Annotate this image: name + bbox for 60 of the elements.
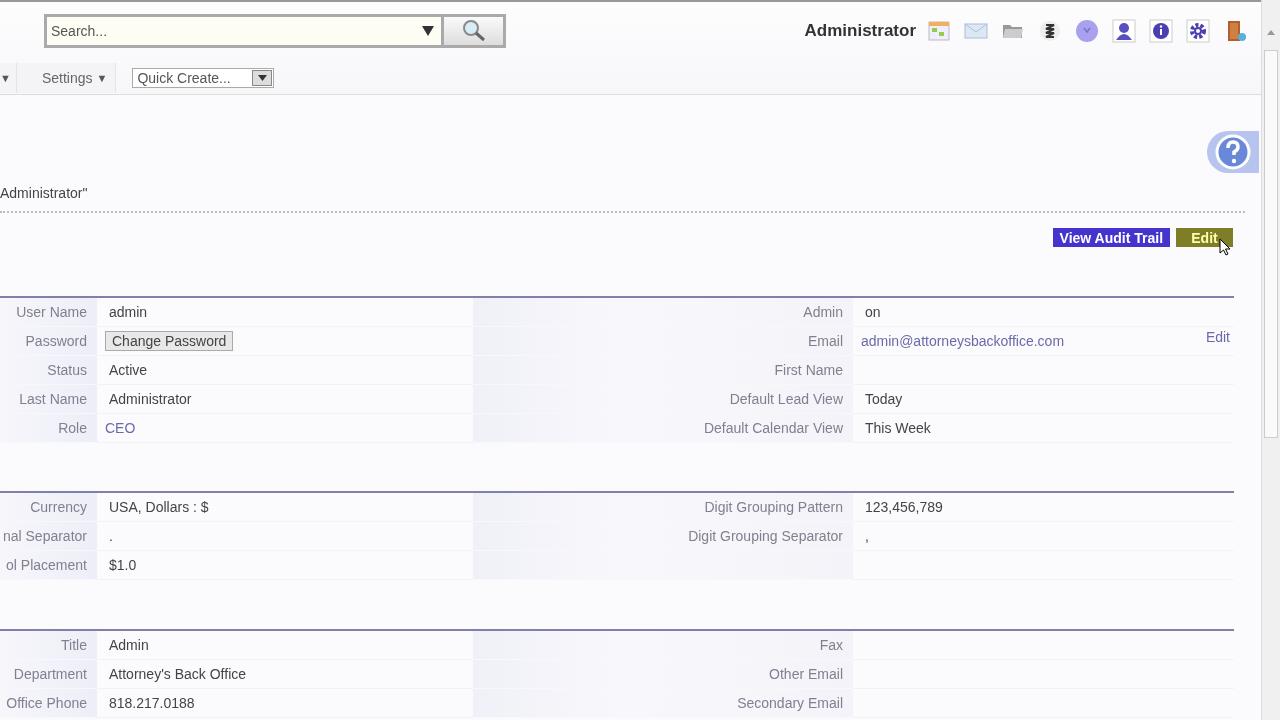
field-value: Administrator [108,391,192,407]
search-icon [460,19,487,43]
scroll-up-icon[interactable] [1267,30,1275,35]
field-value: , [864,528,869,544]
field-label: Email [808,333,843,349]
edit-button[interactable]: Edit [1176,228,1233,247]
field-label: Role [58,420,87,436]
field-label: Default Lead View [729,391,843,407]
field-value: Today [864,391,903,407]
spring-icon[interactable] [1038,19,1062,43]
field-value: $1.0 [108,557,137,573]
search-button[interactable] [444,14,506,48]
field-value: 123,456,789 [864,499,943,515]
field-label: Office Phone [6,695,87,711]
field-label: ol Placement [6,557,87,573]
field-label: Digit Grouping Separator [688,528,843,544]
edit-link[interactable]: Edit [1205,329,1230,345]
field-label: Secondary Email [737,695,843,711]
field-value: Admin [108,637,149,653]
change-password-button[interactable]: Change Password [105,331,234,351]
field-label: First Name [774,362,843,378]
field-value: . [108,528,113,544]
user-name: Administrator [804,21,916,41]
field-label: User Name [16,304,87,320]
info-icon[interactable] [1149,19,1173,43]
audit-trail-button[interactable]: View Audit Trail [1052,228,1170,247]
field-label: Default Calendar View [703,420,843,436]
person-icon[interactable] [1112,19,1136,43]
field-label: Digit Grouping Pattern [704,499,843,515]
field-value: 818.217.0188 [108,695,195,711]
field-value: Active [108,362,148,378]
field-link[interactable]: CEO [105,420,136,436]
caret-icon[interactable] [422,26,434,36]
field-label: Department [13,666,87,682]
settings-icon[interactable] [1186,19,1210,43]
field-label: Currency [30,499,87,515]
field-label: Admin [803,304,843,320]
field-value: admin [108,304,148,320]
field-link[interactable]: admin@attorneysbackoffice.com [861,333,1065,349]
field-label: nal Separator [2,528,87,544]
search-field[interactable]: Search... [44,14,444,48]
menu-tab[interactable]: ▼ [0,63,17,93]
field-value: on [864,304,881,320]
calendar-icon[interactable] [927,19,951,43]
record-title: Administrator" [0,185,88,201]
field-label: Status [47,362,87,378]
field-label: Password [25,333,87,349]
caret-icon [257,75,267,81]
help-icon [1215,134,1251,170]
field-value: Attorney's Back Office [108,666,247,682]
field-label: Fax [819,637,843,653]
field-label: Title [61,637,87,653]
cursor-icon [1219,238,1231,256]
field-value: USA, Dollars : $ [108,499,209,515]
help-button[interactable] [1207,131,1259,173]
field-value: This Week [864,420,931,436]
quick-create-select[interactable]: Quick Create... [132,68,275,88]
field-label: Other Email [769,666,843,682]
menu-tab[interactable]: Settings ▼ [16,63,117,93]
field-label: Last Name [19,391,87,407]
